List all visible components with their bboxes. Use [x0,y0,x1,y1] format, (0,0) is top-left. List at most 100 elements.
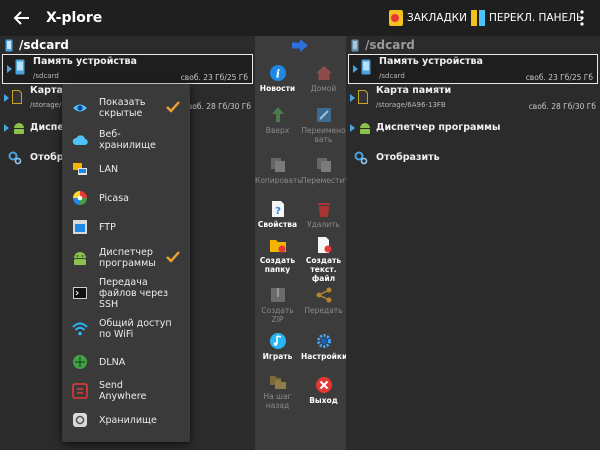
menu-item-label: DLNA [99,356,126,368]
news-button[interactable]: i Новости [255,64,300,93]
switch-panel-button[interactable]: ПЕРЕКЛ. ПАНЕЛЬ [470,8,583,28]
up-arrow-icon [271,107,284,122]
play-button[interactable]: Играть [255,332,300,361]
play-label: Играть [262,352,293,361]
info-icon: i [269,65,286,81]
android-icon [74,252,86,265]
new-file-icon [317,237,331,253]
row-path: /storage/ [30,101,62,109]
sdcard-icon [351,39,359,51]
new-folder-icon [269,240,286,253]
settings-button[interactable]: Настройки [301,332,347,361]
create-text-file-button[interactable]: Создать текст. файл [301,236,346,283]
up-button[interactable]: Вверх [255,106,300,135]
right-row-memory-card[interactable]: Карта памяти /storage/6A96-13FB своб. 28… [346,84,600,114]
menu-item-app-manager[interactable]: Диспетчер программы [62,244,190,272]
menu-item-label: Хранилище [99,414,157,426]
gear-icon [316,334,331,348]
menu-item-web-storage[interactable]: Веб-хранилище [62,126,190,154]
menu-item-picasa[interactable]: Picasa [62,184,190,212]
right-row-app-manager[interactable]: Диспетчер программы [346,120,600,138]
wifi-icon [72,322,88,336]
menu-item-storage[interactable]: Хранилище [62,406,190,434]
trash-icon [317,203,330,217]
picasa-icon [73,191,87,205]
expand-arrow-icon[interactable] [353,65,358,73]
memory-card-icon [358,90,368,104]
share-icon [316,287,331,303]
left-path-bar[interactable]: /sdcard [0,36,255,54]
dlna-icon [73,355,87,369]
share-button[interactable]: Передать [301,286,346,315]
ftp-icon [73,220,87,234]
properties-button[interactable]: ? Свойства [255,200,300,229]
home-button[interactable]: Домой [301,64,346,93]
menu-item-label: Передача файлов через SSH [99,276,169,310]
menu-item-show-hidden[interactable]: Показать скрытые [62,94,190,122]
app-bar: X-plore ЗАКЛАДКИ ПЕРЕКЛ. ПАНЕЛЬ [0,0,600,36]
expand-arrow-icon[interactable] [350,94,355,102]
row-free-space: своб. 28 Гб/30 Гб [528,102,596,111]
checkmark-icon [166,251,180,263]
expand-arrow-icon[interactable] [350,124,355,132]
more-options-icon[interactable] [578,9,586,27]
row-path: /sdcard [379,72,405,80]
move-icon [316,158,331,172]
lan-icon [73,163,87,175]
copy-button[interactable]: Копировать [255,156,302,185]
left-path-text: /sdcard [19,38,69,52]
menu-item-label: Send Anywhere [99,380,147,402]
bookmarks-button[interactable]: ЗАКЛАДКИ [388,8,467,28]
menu-item-dlna[interactable]: DLNA [62,348,190,376]
menu-item-label: Показать скрытые [99,97,146,119]
menu-item-label: Picasa [99,192,129,204]
create-zip-button[interactable]: Создать ZIP [255,286,300,324]
right-row-device-memory[interactable]: Память устройства /sdcard своб. 23 Гб/25… [348,54,598,84]
create-zip-label: Создать ZIP [261,306,294,324]
delete-button[interactable]: Удалить [301,200,346,229]
menu-item-label: LAN [99,163,119,175]
rename-button[interactable]: Переимено вать [301,106,346,144]
menu-item-wifi-share[interactable]: Общий доступ по WiFi [62,315,190,343]
row-path: /storage/6A96-13FB [376,101,446,109]
move-button[interactable]: Переместить [301,156,353,185]
menu-item-label: Общий доступ по WiFi [99,318,172,340]
home-icon [315,66,332,80]
expand-arrow-icon[interactable] [4,124,9,132]
menu-item-label: Диспетчер программы [99,247,156,269]
row-free-space: своб. 28 Гб/30 Гб [183,102,251,111]
menu-item-label: FTP [99,221,116,233]
up-label: Вверх [265,126,290,135]
svg-text:i: i [275,68,279,81]
share-label: Передать [304,306,343,315]
android-icon [360,123,370,134]
right-path-bar[interactable]: /sdcard [346,36,600,54]
copy-icon [270,158,285,172]
exit-button[interactable]: Выход [301,376,346,405]
gears-icon [8,151,22,165]
menu-item-ftp[interactable]: FTP [62,213,190,241]
android-icon [14,123,24,134]
left-row-device-memory[interactable]: Память устройства /sdcard своб. 23 Гб/25… [2,54,253,84]
app-title: X-plore [46,10,103,26]
menu-item-send-anywhere[interactable]: Send Anywhere [62,377,190,405]
sdcard-icon [5,39,13,51]
menu-item-lan[interactable]: LAN [62,155,190,183]
back-step-button[interactable]: На шаг назад [255,372,300,410]
row-name: Память устройства [379,56,483,67]
music-note-icon [269,333,286,349]
right-row-show[interactable]: Отобразить [346,150,600,168]
ssh-terminal-icon [73,287,87,299]
create-folder-label: Создать папку [259,256,296,274]
expand-arrow-icon[interactable] [7,65,12,73]
create-text-file-label: Создать текст. файл [305,256,342,283]
back-arrow-icon[interactable] [12,8,32,28]
create-folder-button[interactable]: Создать папку [255,236,300,274]
row-path: /sdcard [33,72,59,80]
row-name: Отобразить [376,152,440,163]
checkmark-icon [166,101,180,113]
expand-arrow-icon[interactable] [4,94,9,102]
menu-item-ssh[interactable]: Передача файлов через SSH [62,276,190,310]
phone-icon [15,59,25,75]
home-label: Домой [310,84,337,93]
